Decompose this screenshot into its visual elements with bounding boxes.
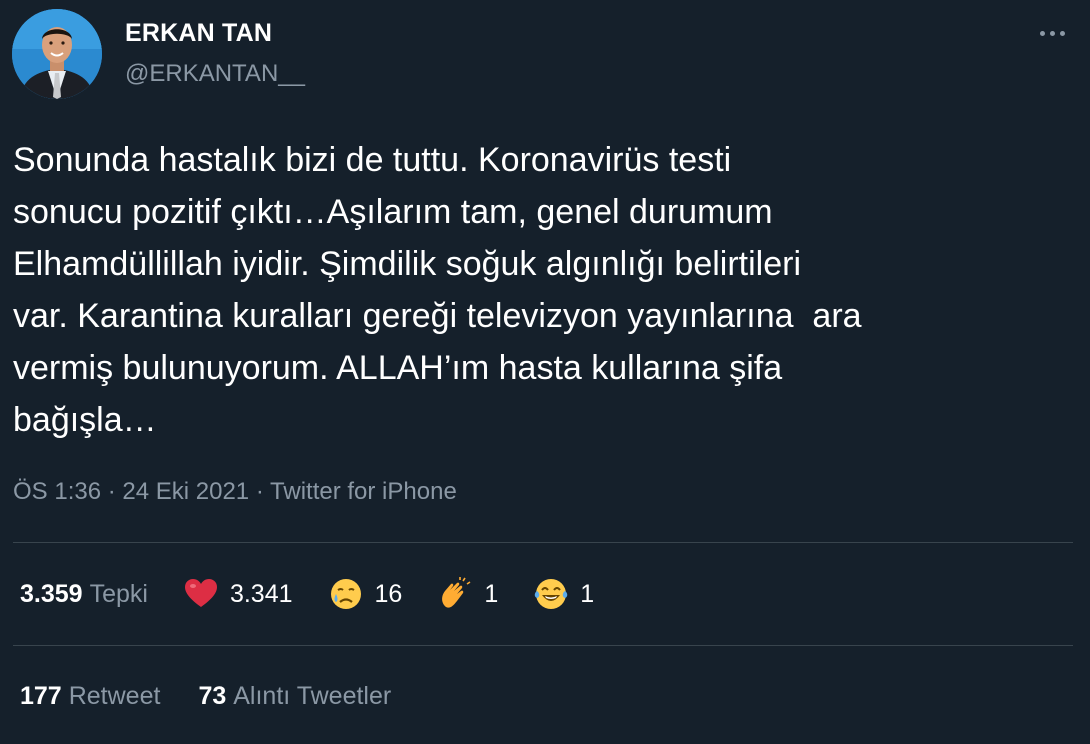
retweet-label: Retweet (68, 681, 161, 710)
reaction-heart[interactable]: 3.341 (184, 577, 293, 611)
avatar[interactable] (12, 9, 102, 99)
reaction-laughing[interactable]: 1 (534, 577, 594, 611)
divider (13, 645, 1073, 646)
reaction-crying[interactable]: 16 (329, 577, 403, 611)
engagement-row: 177 Retweet 73 Alıntı Tweetler (20, 676, 391, 716)
reactions-total[interactable]: 3.359 Tepki (20, 580, 148, 609)
retweet-count: 177 (20, 681, 62, 710)
avatar-image (12, 9, 102, 99)
more-options-icon[interactable] (1034, 18, 1070, 48)
retweets-link[interactable]: 177 Retweet (20, 682, 160, 711)
reactions-label: Tepki (89, 579, 148, 608)
tweet-text: Sonunda hastalık bizi de tuttu. Koronavi… (13, 141, 862, 439)
reaction-count: 1 (580, 579, 595, 608)
reactions-row: 3.359 Tepki 3.341 16 1 1 (20, 574, 594, 614)
user-handle[interactable]: @ERKANTAN__ (125, 60, 305, 88)
tweet-meta[interactable]: ÖS 1:36 · 24 Eki 2021 · Twitter for iPho… (13, 478, 457, 506)
clapping-hands-icon (438, 577, 472, 611)
reaction-count: 1 (484, 579, 499, 608)
quote-label: Alıntı Tweetler (233, 681, 392, 710)
reaction-clapping[interactable]: 1 (438, 577, 498, 611)
reactions-count: 3.359 (20, 579, 83, 608)
reaction-count: 3.341 (229, 579, 293, 608)
quote-count: 73 (198, 681, 227, 710)
tears-of-joy-icon (534, 577, 568, 611)
red-heart-icon (184, 577, 218, 611)
quote-tweets-link[interactable]: 73 Alıntı Tweetler (198, 682, 391, 711)
user-name[interactable]: ERKAN TAN (125, 19, 272, 48)
reaction-count: 16 (374, 579, 403, 608)
tweet-card: ERKAN TAN @ERKANTAN__ Sonunda hastalık b… (0, 0, 1090, 744)
divider (13, 542, 1073, 543)
crying-face-icon (329, 577, 363, 611)
